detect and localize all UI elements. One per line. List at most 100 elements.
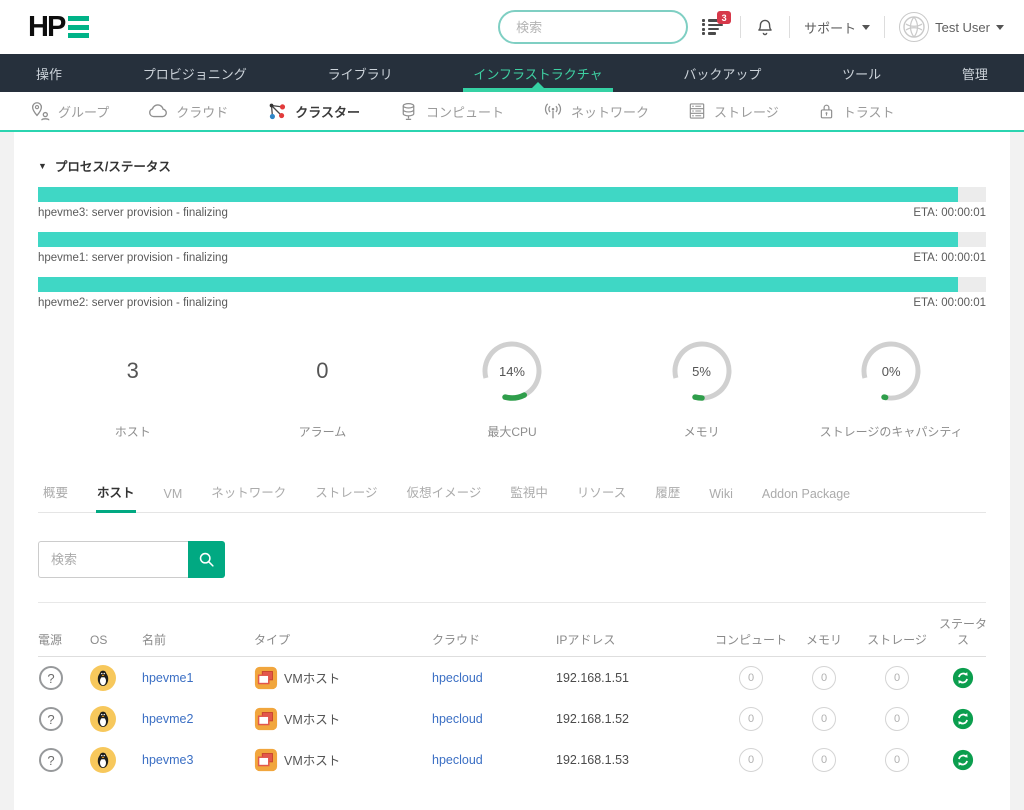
tab-monitoring[interactable]: 監視中 — [509, 474, 549, 512]
avatar — [899, 12, 929, 42]
cluster-dashboard: ▼ プロセス/ステータス hpevme3: server provision -… — [14, 132, 1010, 810]
host-search-input[interactable] — [38, 541, 188, 578]
task-label: hpevme2: server provision - finalizing — [38, 297, 228, 309]
progress-meta: hpevme3: server provision - finalizing E… — [38, 207, 986, 219]
infrastructure-subnav: グループ クラウド クラスター コンピュート — [0, 92, 1024, 132]
nav-item-operations[interactable]: 操作 — [26, 54, 72, 92]
table-row[interactable]: hpevme2 VMホスト hpecloud 192.168.1.52 0 0 … — [38, 698, 986, 739]
tab-storage[interactable]: ストレージ — [314, 474, 378, 512]
hpe-logo[interactable]: HP — [28, 13, 89, 42]
cloud-link[interactable]: hpecloud — [432, 712, 556, 726]
tab-addon-package[interactable]: Addon Package — [761, 479, 851, 512]
host-search-button[interactable] — [188, 541, 225, 578]
global-search — [498, 10, 688, 44]
task-eta: ETA: 00:00:01 — [913, 252, 986, 264]
task-label: hpevme3: server provision - finalizing — [38, 207, 228, 219]
storage-count: 0 — [885, 748, 909, 772]
memory-count: 0 — [812, 666, 836, 690]
tab-overview[interactable]: 概要 — [42, 474, 69, 512]
sync-status-icon[interactable] — [952, 749, 974, 771]
divider — [884, 16, 885, 38]
user-menu[interactable]: Test User — [899, 12, 1004, 42]
nav-item-backup[interactable]: バックアップ — [673, 54, 771, 92]
host-name-link[interactable]: hpevme1 — [142, 671, 254, 685]
task-eta: ETA: 00:00:01 — [913, 207, 986, 219]
search-icon — [198, 551, 215, 568]
user-name: Test User — [935, 20, 990, 35]
nav-item-provisioning[interactable]: プロビジョニング — [133, 54, 257, 92]
memory-gauge-value: 5% — [669, 335, 735, 407]
tab-resources[interactable]: リソース — [576, 474, 627, 512]
subnav-item-clusters[interactable]: クラスター — [266, 100, 360, 122]
app-header: HP 3 サポート — [0, 0, 1024, 54]
hosts-table: 電源 OS 名前 タイプ クラウド IPアドレス コンピュート メモリ ストレー… — [38, 617, 986, 780]
subnav-item-trust[interactable]: トラスト — [817, 102, 895, 121]
tab-vm[interactable]: VM — [163, 479, 184, 512]
host-type: VMホスト — [284, 668, 340, 687]
collapse-icon: ▼ — [38, 161, 47, 171]
storage-gauge-value: 0% — [858, 335, 924, 407]
compute-count: 0 — [739, 748, 763, 772]
table-row[interactable]: hpevme1 VMホスト hpecloud 192.168.1.51 0 0 … — [38, 657, 986, 698]
power-unknown-icon[interactable] — [38, 706, 90, 732]
hosts-count: 3 — [127, 358, 139, 384]
tab-wiki[interactable]: Wiki — [708, 479, 734, 512]
process-status-header[interactable]: ▼ プロセス/ステータス — [38, 156, 986, 175]
subnav-item-network[interactable]: ネットワーク — [542, 100, 649, 122]
sync-status-icon[interactable] — [952, 667, 974, 689]
linux-penguin-icon — [90, 747, 142, 773]
tasks-badge: 3 — [717, 11, 731, 24]
compute-count: 0 — [739, 666, 763, 690]
storage-count: 0 — [885, 666, 909, 690]
vm-squares-icon — [254, 666, 278, 690]
cloud-icon — [147, 100, 169, 122]
divider — [38, 602, 986, 603]
progress-bar — [38, 277, 986, 292]
linux-penguin-icon — [90, 665, 142, 691]
nav-item-admin[interactable]: 管理 — [952, 54, 998, 92]
support-menu[interactable]: サポート — [804, 18, 870, 37]
trust-lock-icon — [817, 102, 836, 121]
process-status-section: ▼ プロセス/ステータス hpevme3: server provision -… — [38, 156, 986, 309]
compute-count: 0 — [739, 707, 763, 731]
subnav-item-clouds[interactable]: クラウド — [147, 100, 228, 122]
nav-item-infrastructure[interactable]: インフラストラクチャ — [463, 54, 612, 92]
cpu-gauge-value: 14% — [479, 335, 545, 407]
caret-down-icon — [996, 25, 1004, 30]
subnav-item-storage[interactable]: ストレージ — [687, 101, 779, 121]
storage-count: 0 — [885, 707, 909, 731]
stat-storage-capacity: 0% ストレージのキャパシティ — [796, 335, 986, 440]
power-unknown-icon[interactable] — [38, 747, 90, 773]
alarms-count: 0 — [316, 358, 328, 384]
ip-address: 192.168.1.51 — [556, 671, 714, 685]
hpe-logo-text: HP — [28, 13, 64, 42]
nav-item-library[interactable]: ライブラリ — [318, 54, 403, 92]
sync-status-icon[interactable] — [952, 708, 974, 730]
vm-squares-icon — [254, 707, 278, 731]
stat-alarms: 0 アラーム — [228, 335, 418, 440]
tasks-list-icon[interactable]: 3 — [702, 17, 726, 37]
subnav-item-groups[interactable]: グループ — [30, 101, 109, 122]
nav-item-tools[interactable]: ツール — [832, 54, 891, 92]
host-type: VMホスト — [284, 709, 340, 728]
tab-network[interactable]: ネットワーク — [210, 474, 287, 512]
stat-memory: 5% メモリ — [607, 335, 797, 440]
host-name-link[interactable]: hpevme2 — [142, 712, 254, 726]
cluster-nodes-icon — [266, 100, 288, 122]
stat-hosts: 3 ホスト — [38, 335, 228, 440]
tab-virtual-images[interactable]: 仮想イメージ — [406, 474, 483, 512]
global-search-input[interactable] — [500, 20, 700, 35]
tab-history[interactable]: 履歴 — [654, 474, 681, 512]
subnav-item-compute[interactable]: コンピュート — [398, 101, 504, 122]
bell-icon[interactable] — [755, 17, 775, 38]
table-header: 電源 OS 名前 タイプ クラウド IPアドレス コンピュート メモリ ストレー… — [38, 617, 986, 657]
power-unknown-icon[interactable] — [38, 665, 90, 691]
cloud-link[interactable]: hpecloud — [432, 671, 556, 685]
tab-hosts[interactable]: ホスト — [96, 474, 136, 512]
detail-tabs: 概要 ホスト VM ネットワーク ストレージ 仮想イメージ 監視中 リソース 履… — [38, 474, 986, 513]
stat-max-cpu: 14% 最大CPU — [417, 335, 607, 440]
table-row[interactable]: hpevme3 VMホスト hpecloud 192.168.1.53 0 0 … — [38, 739, 986, 780]
summary-stats: 3 ホスト 0 アラーム 14% 最大CPU 5% メモリ — [38, 335, 986, 440]
host-type: VMホスト — [284, 750, 340, 769]
task-eta: ETA: 00:00:01 — [913, 297, 986, 309]
